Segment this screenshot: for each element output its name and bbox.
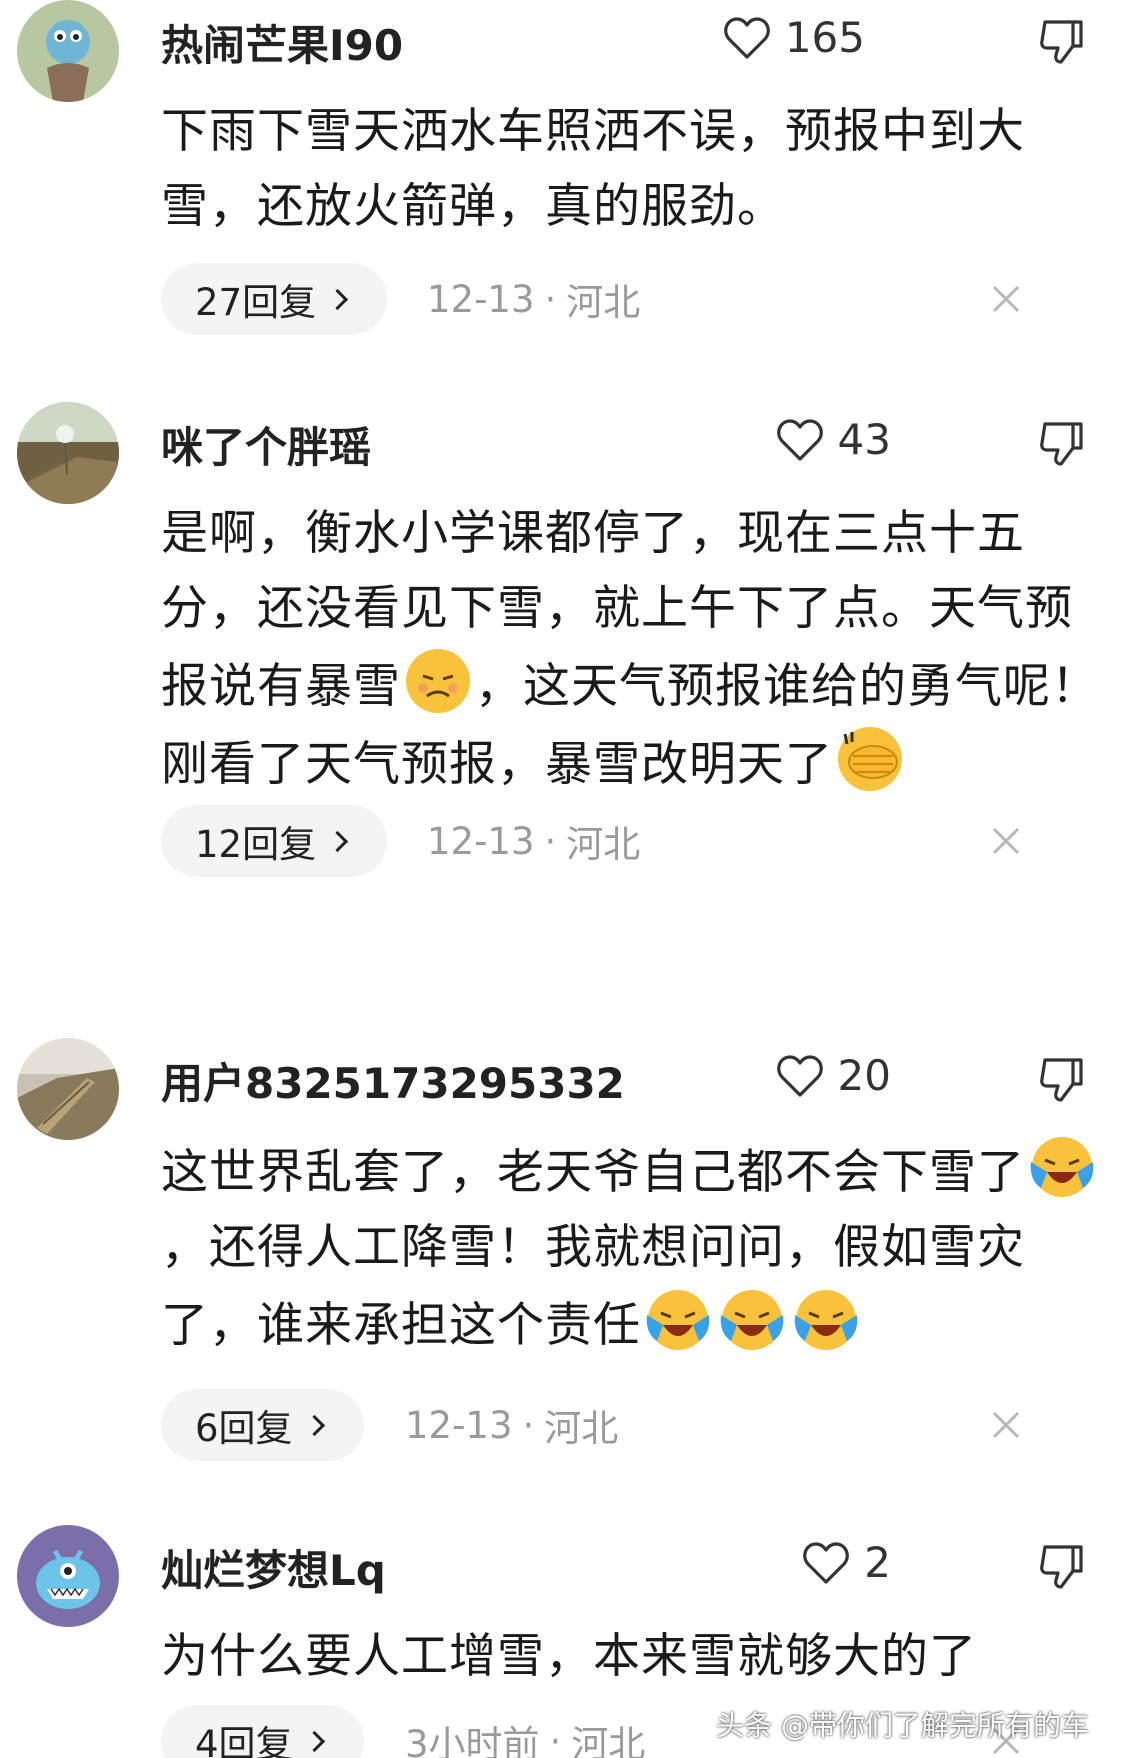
comments-page: 热闹芒果I90 165 下雨下雪天洒水车照洒不误，预报中到大雪，还放火箭弹，真的…	[0, 0, 1137, 1758]
comment-location: 河北	[571, 1723, 646, 1758]
comment-text-segment: 这世界乱套了，老天爷自己都不会下雪了	[161, 1145, 1025, 1200]
comment-location: 河北	[544, 1407, 619, 1450]
watermark: 头条 @带你们了解完所有的车	[716, 1709, 1089, 1742]
like-button[interactable]: 43	[776, 412, 891, 468]
timestamp-location: 12-13 · 河北	[427, 263, 640, 335]
replies-count: 6回复	[195, 1407, 293, 1450]
like-count: 2	[864, 1538, 891, 1587]
replies-count: 12回复	[195, 823, 317, 866]
frowning-face-emoji-icon	[403, 646, 473, 716]
chevron-right-icon	[326, 830, 349, 852]
meta-separator: ·	[549, 1719, 562, 1758]
meta-separator: ·	[522, 1403, 535, 1447]
username[interactable]: 咪了个胖瑶	[161, 414, 371, 475]
user-avatar[interactable]	[17, 1038, 119, 1140]
chevron-right-icon	[303, 1414, 325, 1436]
face-palm-emoji-icon	[835, 724, 905, 794]
comment-location: 河北	[566, 823, 641, 866]
cartoon-avatar-icon	[17, 0, 119, 102]
thumbs-down-outline-icon[interactable]	[1039, 1543, 1085, 1591]
comment-meta: 12回复 12-13 · 河北	[161, 805, 1137, 877]
close-x-icon[interactable]	[990, 283, 1022, 315]
dandelion-photo-avatar-icon	[17, 402, 119, 504]
crying-laughing-emoji-icon	[791, 1285, 861, 1355]
chevron-right-icon	[303, 1730, 325, 1752]
thumbs-down-outline-icon[interactable]	[1039, 1056, 1085, 1104]
chevron-right-icon	[326, 288, 349, 310]
like-button[interactable]: 2	[802, 1535, 891, 1591]
comment-text-segment: ，还得人工降雪！我就想问问，假如雪灾了，谁来承担这个责任	[161, 1220, 1025, 1353]
username[interactable]: 灿烂梦想Lq	[161, 1537, 386, 1598]
heart-outline-icon	[776, 418, 824, 462]
comment-text: 这世界乱套了，老天爷自己都不会下雪了 ，还得人工降雪！我就想问问，假如雪灾了，谁来…	[161, 1132, 1101, 1363]
comment-meta: 27回复 12-13 · 河北	[161, 263, 1137, 335]
blue-monster-avatar-icon	[17, 1525, 119, 1627]
comment-text: 为什么要人工增雪，本来雪就够大的了	[161, 1619, 1101, 1694]
comment-meta: 6回复 12-13 · 河北	[161, 1389, 1137, 1461]
comment-date: 12-13	[427, 819, 535, 863]
user-avatar[interactable]	[17, 1525, 119, 1627]
comment-text: 是啊，衡水小学课都停了，现在三点十五分，还没看见下雪，就上午下了点。天气预报说有…	[161, 496, 1101, 802]
close-x-icon[interactable]	[990, 1409, 1022, 1441]
replies-count: 27回复	[195, 281, 317, 324]
replies-button[interactable]: 12回复	[161, 805, 388, 877]
replies-count: 4回复	[195, 1723, 293, 1758]
thumbs-down-outline-icon[interactable]	[1039, 18, 1085, 66]
user-avatar[interactable]	[17, 402, 119, 504]
crying-laughing-emoji-icon	[1027, 1132, 1097, 1202]
comment-text-segment: 下雨下雪天洒水车照洒不误，预报中到大雪，还放火箭弹，真的服劲。	[161, 104, 1025, 234]
comment-text: 下雨下雪天洒水车照洒不误，预报中到大雪，还放火箭弹，真的服劲。	[161, 94, 1101, 244]
like-count: 20	[837, 1051, 891, 1100]
close-x-icon[interactable]	[990, 825, 1022, 857]
timestamp-location: 12-13 · 河北	[405, 1389, 618, 1461]
username[interactable]: 热闹芒果I90	[161, 12, 403, 73]
comment-date: 3小时前	[405, 1723, 540, 1758]
replies-button[interactable]: 4回复	[161, 1705, 364, 1758]
heart-outline-icon	[776, 1054, 824, 1098]
comment-date: 12-13	[427, 277, 535, 321]
like-button[interactable]: 20	[776, 1048, 891, 1104]
comment-date: 12-13	[405, 1403, 513, 1447]
thumbs-down-outline-icon[interactable]	[1039, 420, 1085, 468]
replies-button[interactable]: 27回复	[161, 263, 388, 335]
like-count: 165	[784, 13, 865, 62]
timestamp-location: 3小时前 · 河北	[405, 1705, 645, 1758]
crying-laughing-emoji-icon	[643, 1285, 713, 1355]
user-avatar[interactable]	[17, 0, 119, 102]
crying-laughing-emoji-icon	[717, 1285, 787, 1355]
meta-separator: ·	[544, 819, 557, 863]
comment-location: 河北	[566, 281, 641, 324]
meta-separator: ·	[544, 277, 557, 321]
timestamp-location: 12-13 · 河北	[427, 805, 640, 877]
great-wall-photo-avatar-icon	[17, 1038, 119, 1140]
username[interactable]: 用户8325173295332	[161, 1050, 625, 1111]
like-count: 43	[837, 415, 891, 464]
heart-outline-icon	[802, 1541, 850, 1585]
like-button[interactable]: 165	[723, 10, 865, 66]
heart-outline-icon	[723, 16, 771, 60]
replies-button[interactable]: 6回复	[161, 1389, 364, 1461]
comment-text-segment: 为什么要人工增雪，本来雪就够大的了	[161, 1629, 977, 1684]
